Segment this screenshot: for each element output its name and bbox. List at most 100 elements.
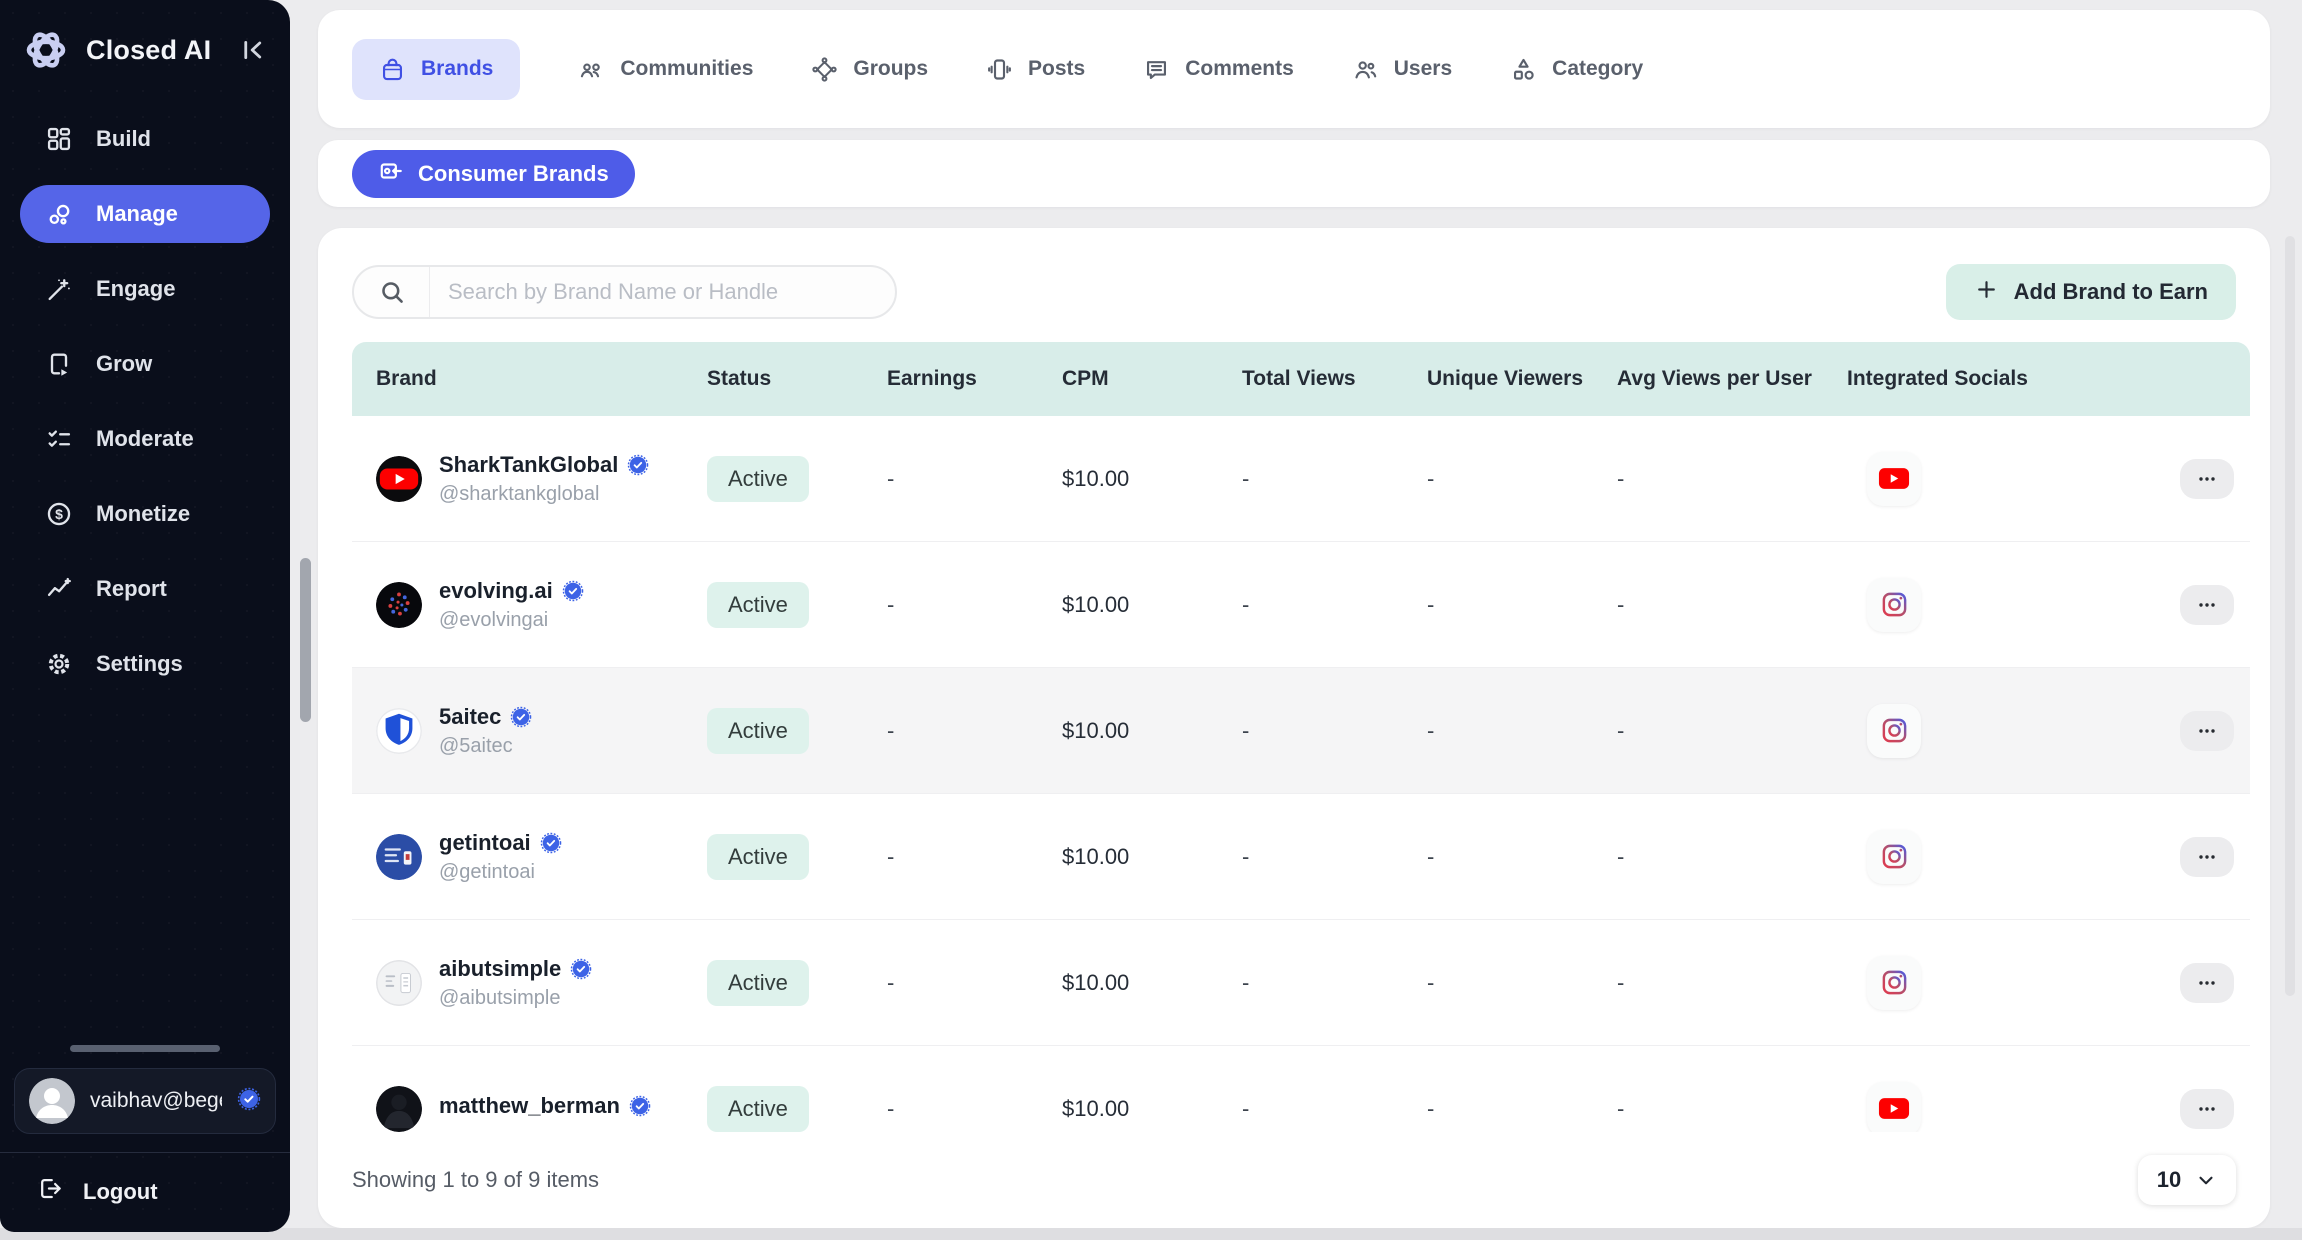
monetize-icon: $ [44, 499, 74, 529]
brand-search[interactable] [352, 265, 897, 319]
groups-icon [811, 56, 838, 83]
instagram-icon [1880, 716, 1909, 745]
posts-icon [986, 56, 1013, 83]
youtube-icon [1878, 1097, 1910, 1120]
avg-views-value: - [1597, 1096, 1827, 1122]
sidebar-drag-handle[interactable] [70, 1045, 220, 1052]
sidebar-item-build[interactable]: Build [20, 110, 270, 168]
avg-views-value: - [1597, 844, 1827, 870]
sidebar-nav: Build Manage Engage [0, 84, 290, 693]
total-views-value: - [1222, 592, 1407, 618]
tab-users[interactable]: Users [1352, 56, 1452, 83]
page-size-value: 10 [2157, 1167, 2181, 1193]
social-icon[interactable] [1867, 452, 1921, 506]
consumer-brands-button[interactable]: Consumer Brands [352, 150, 635, 198]
comments-icon [1143, 56, 1170, 83]
verified-badge-icon [627, 454, 649, 476]
add-brand-to-earn-button[interactable]: Add Brand to Earn [1946, 264, 2236, 320]
sidebar-item-report[interactable]: Report [20, 560, 270, 618]
brand-avatar [376, 960, 422, 1006]
tab-label: Category [1552, 57, 1643, 81]
tab-label: Brands [421, 57, 493, 81]
sidebar-scrollbar-thumb[interactable] [300, 558, 311, 722]
category-shapes-icon [1510, 56, 1537, 83]
window-bottom-edge [0, 1228, 2302, 1240]
cpm-value: $10.00 [1042, 1096, 1222, 1122]
tab-label: Posts [1028, 57, 1085, 81]
sidebar-item-grow[interactable]: Grow [20, 335, 270, 393]
tab-groups[interactable]: Groups [811, 56, 928, 83]
col-cpm: CPM [1042, 367, 1222, 391]
ellipsis-icon [2195, 971, 2219, 995]
table-row[interactable]: 5aitec @5aitec Active - $10.00 - - - [352, 668, 2250, 794]
table-row[interactable]: getintoai @getintoai Active - $10.00 - -… [352, 794, 2250, 920]
social-icon[interactable] [1867, 830, 1921, 884]
social-icon[interactable] [1867, 956, 1921, 1010]
sidebar-item-label: Grow [96, 351, 152, 377]
brand-handle: @aibutsimple [439, 987, 592, 1010]
user-account-card[interactable]: vaibhav@begenu... [14, 1068, 276, 1134]
ellipsis-icon [2195, 845, 2219, 869]
page-size-select[interactable]: 10 [2138, 1155, 2236, 1205]
sidebar-item-label: Moderate [96, 426, 194, 452]
brand-handle: @5aitec [439, 735, 532, 758]
social-icon[interactable] [1867, 1082, 1921, 1133]
app-title: Closed AI [86, 35, 218, 66]
page-scrollbar-thumb[interactable] [2285, 236, 2295, 996]
table-row[interactable]: SharkTankGlobal @sharktankglobal Active … [352, 416, 2250, 542]
brand-cell: getintoai @getintoai [352, 830, 687, 884]
tab-brands[interactable]: Brands [352, 39, 520, 100]
table-footer: Showing 1 to 9 of 9 items 10 [352, 1132, 2250, 1228]
total-views-value: - [1222, 1096, 1407, 1122]
ellipsis-icon [2195, 1097, 2219, 1121]
row-menu-button[interactable] [2180, 963, 2234, 1003]
sidebar-item-engage[interactable]: Engage [20, 260, 270, 318]
cpm-value: $10.00 [1042, 718, 1222, 744]
verified-badge-icon [629, 1095, 651, 1117]
row-menu-button[interactable] [2180, 837, 2234, 877]
sidebar-item-label: Engage [96, 276, 175, 302]
add-brand-label: Add Brand to Earn [2014, 279, 2208, 305]
sidebar-header: Closed AI [0, 0, 290, 84]
brand-avatar [376, 1086, 422, 1132]
verified-badge-icon [562, 580, 584, 602]
sidebar-item-settings[interactable]: Settings [20, 635, 270, 693]
sidebar-item-manage[interactable]: Manage [20, 185, 270, 243]
row-menu-button[interactable] [2180, 711, 2234, 751]
col-total-views: Total Views [1222, 367, 1407, 391]
table-row[interactable]: matthew_berman Active - $10.00 - - - [352, 1046, 2250, 1132]
tab-posts[interactable]: Posts [986, 56, 1085, 83]
social-icon[interactable] [1867, 704, 1921, 758]
search-input[interactable] [430, 279, 895, 305]
brands-table: Brand Status Earnings CPM Total Views Un… [352, 342, 2250, 1132]
sidebar-footer: vaibhav@begenu... Logout [0, 1045, 290, 1232]
instagram-icon [1880, 590, 1909, 619]
brand-cell: matthew_berman [352, 1086, 687, 1132]
verified-badge-icon [540, 832, 562, 854]
table-row[interactable]: evolving.ai @evolvingai Active - $10.00 … [352, 542, 2250, 668]
row-menu-button[interactable] [2180, 459, 2234, 499]
status-badge: Active [707, 456, 809, 502]
tab-communities[interactable]: Communities [578, 56, 753, 83]
build-icon [44, 124, 74, 154]
social-icon[interactable] [1867, 578, 1921, 632]
tab-category[interactable]: Category [1510, 56, 1643, 83]
tab-comments[interactable]: Comments [1143, 56, 1294, 83]
sidebar-item-monetize[interactable]: $ Monetize [20, 485, 270, 543]
top-tab-bar: Brands Communities Groups [318, 10, 2270, 128]
row-menu-button[interactable] [2180, 1089, 2234, 1129]
brand-avatar [376, 582, 422, 628]
row-menu-button[interactable] [2180, 585, 2234, 625]
logout-button[interactable]: Logout [14, 1167, 276, 1214]
col-unique-viewers: Unique Viewers [1407, 367, 1597, 391]
brand-name: SharkTankGlobal [439, 452, 618, 478]
earnings-value: - [867, 970, 1042, 996]
avg-views-value: - [1597, 466, 1827, 492]
sidebar-collapse-icon[interactable] [234, 33, 268, 67]
table-row[interactable]: aibutsimple @aibutsimple Active - $10.00… [352, 920, 2250, 1046]
moderate-icon [44, 424, 74, 454]
sidebar-item-label: Report [96, 576, 167, 602]
brand-name: getintoai [439, 830, 531, 856]
sidebar-item-moderate[interactable]: Moderate [20, 410, 270, 468]
brands-panel: Add Brand to Earn Brand Status Earnings … [318, 228, 2270, 1228]
